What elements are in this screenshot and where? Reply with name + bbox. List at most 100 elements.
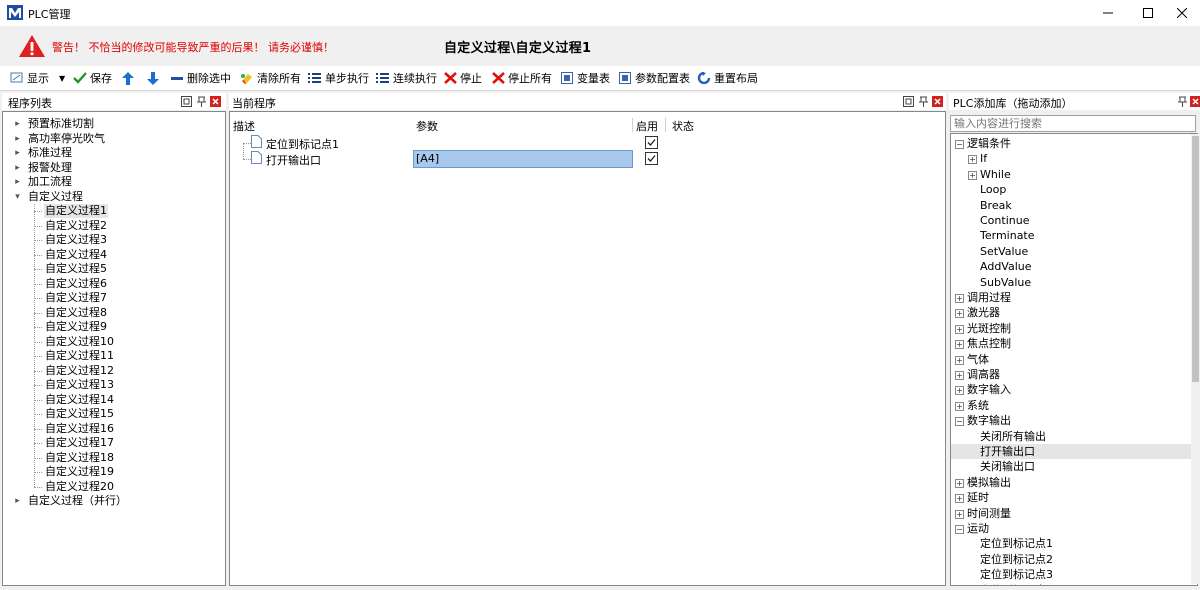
lib-group[interactable]: + 光斑控制 xyxy=(951,321,1191,336)
scrollbar-thumb[interactable] xyxy=(1192,136,1199,382)
panel-close-icon[interactable] xyxy=(932,96,943,107)
lib-item[interactable]: 定位到标记点3 xyxy=(951,567,1191,582)
tree-item[interactable]: ▸ 高功率停光吹气 xyxy=(3,132,223,146)
chevron-right-icon[interactable]: ▸ xyxy=(13,132,22,146)
move-down-button[interactable] xyxy=(147,71,162,85)
collapse-icon[interactable]: − xyxy=(955,417,964,427)
column-header-status[interactable]: 状态 xyxy=(672,118,694,134)
delete-selected-button[interactable]: 删除选中 xyxy=(170,71,231,85)
lib-group[interactable]: − 数字输出 xyxy=(951,413,1191,428)
chevron-right-icon[interactable]: ▸ xyxy=(13,175,22,189)
lib-group[interactable]: + 时间测量 xyxy=(951,506,1191,521)
minimize-button[interactable] xyxy=(1088,0,1128,26)
lib-item[interactable]: SetValue xyxy=(951,244,1191,259)
lib-item-label: 时间测量 xyxy=(967,506,1011,520)
lib-item[interactable]: 关闭所有输出 xyxy=(951,429,1191,444)
chevron-right-icon[interactable]: ▸ xyxy=(13,146,22,160)
lib-group[interactable]: + 激光器 xyxy=(951,305,1191,320)
lib-group[interactable]: + 气体 xyxy=(951,352,1191,367)
lib-item[interactable]: + While xyxy=(951,167,1191,182)
expand-icon[interactable]: + xyxy=(955,494,964,504)
expand-icon[interactable]: + xyxy=(955,324,964,334)
lib-item[interactable]: + If xyxy=(951,151,1191,166)
chevron-right-icon[interactable]: ▸ xyxy=(13,117,22,131)
lib-group[interactable]: + 焦点控制 xyxy=(951,336,1191,351)
save-button[interactable]: 保存 xyxy=(73,71,112,85)
expand-icon[interactable]: + xyxy=(955,401,964,411)
lib-item-label: Terminate xyxy=(980,229,1035,243)
library-search-input[interactable] xyxy=(950,115,1196,132)
lib-group[interactable]: + 模拟输出 xyxy=(951,475,1191,490)
stop-button[interactable]: 停止 xyxy=(444,71,482,85)
param-config-button[interactable]: 参数配置表 xyxy=(619,71,690,85)
chevron-down-icon[interactable]: ▼ xyxy=(59,74,65,83)
move-up-button[interactable] xyxy=(122,71,137,85)
chevron-right-icon[interactable]: ▸ xyxy=(13,161,22,175)
lib-item[interactable]: Terminate xyxy=(951,228,1191,243)
lib-item[interactable]: SubValue xyxy=(951,275,1191,290)
tree-item[interactable]: ▸ 标准过程 xyxy=(3,146,223,160)
param-cell-input[interactable]: [A4] xyxy=(413,150,633,168)
lib-item[interactable]: 打开输出口 xyxy=(951,444,1191,459)
lib-item[interactable]: 关闭输出口 xyxy=(951,459,1191,474)
tree-item[interactable]: ▸ 预置标准切割 xyxy=(3,117,223,131)
close-button[interactable] xyxy=(1162,0,1200,26)
stop-all-button[interactable]: 停止所有 xyxy=(492,71,552,85)
panel-close-icon[interactable] xyxy=(1190,96,1200,107)
lib-group[interactable]: + 调用过程 xyxy=(951,290,1191,305)
table-row[interactable]: 定位到标记点1 xyxy=(230,134,945,151)
tree-group-parallel[interactable]: ▸ 自定义过程（并行） xyxy=(3,494,223,508)
expand-icon[interactable]: + xyxy=(955,355,964,365)
expand-icon[interactable]: + xyxy=(955,509,964,519)
lib-item-label: 运动 xyxy=(967,522,989,535)
expand-icon[interactable]: + xyxy=(955,371,964,380)
lib-item[interactable]: Continue xyxy=(951,213,1191,228)
collapse-icon[interactable]: − xyxy=(955,525,964,534)
display-button[interactable]: 显示 ▼ xyxy=(10,71,65,85)
window-position-icon[interactable] xyxy=(903,96,914,107)
expand-icon[interactable]: + xyxy=(968,155,977,165)
reset-layout-button[interactable]: 重置布局 xyxy=(697,71,758,85)
lib-item[interactable]: 定位到标记点1 xyxy=(951,536,1191,551)
lib-group[interactable]: + 数字输入 xyxy=(951,382,1191,397)
lib-group[interactable]: − 逻辑条件 xyxy=(951,136,1191,151)
lib-item[interactable]: Break xyxy=(951,198,1191,213)
expand-icon[interactable]: + xyxy=(955,478,964,488)
lib-group[interactable]: + 调高器 xyxy=(951,367,1191,382)
pin-icon[interactable] xyxy=(918,96,929,107)
continuous-run-button[interactable]: 连续执行 xyxy=(376,71,437,85)
tree-item[interactable]: ▸ 加工流程 xyxy=(3,175,223,189)
lib-group[interactable]: − 运动 xyxy=(951,521,1191,536)
library-tree: − 逻辑条件 + If + While Loop Break Continue Terminate… xyxy=(950,133,1198,586)
collapse-icon[interactable]: − xyxy=(955,140,964,149)
enabled-checkbox[interactable] xyxy=(645,136,658,149)
window-position-icon[interactable] xyxy=(181,96,192,107)
expand-icon[interactable]: + xyxy=(955,309,964,319)
lib-group[interactable]: + 系统 xyxy=(951,398,1191,413)
enabled-checkbox[interactable] xyxy=(645,152,658,165)
pin-icon[interactable] xyxy=(1177,96,1188,107)
expand-icon[interactable]: + xyxy=(955,340,964,350)
library-scrollbar[interactable] xyxy=(1191,134,1199,584)
expand-icon[interactable]: + xyxy=(955,386,964,396)
chevron-down-icon[interactable]: ▾ xyxy=(13,190,22,204)
lib-item[interactable]: 定位到标记点4 xyxy=(951,583,1191,585)
tree-group-custom[interactable]: ▾ 自定义过程 xyxy=(3,190,223,204)
lib-item[interactable]: Loop xyxy=(951,182,1191,197)
expand-icon[interactable]: + xyxy=(968,170,977,180)
table-row[interactable]: 打开输出口 [A4] xyxy=(230,150,945,168)
lib-group[interactable]: + 延时 xyxy=(951,490,1191,505)
tree-item[interactable]: ▸ 报警处理 xyxy=(3,161,223,175)
lib-item[interactable]: 定位到标记点2 xyxy=(951,552,1191,567)
clear-all-button[interactable]: 清除所有 xyxy=(240,71,301,85)
chevron-right-icon[interactable]: ▸ xyxy=(13,494,22,508)
expand-icon[interactable]: + xyxy=(955,294,964,303)
pin-icon[interactable] xyxy=(196,96,207,107)
single-step-button[interactable]: 单步执行 xyxy=(308,71,369,85)
column-header-enabled[interactable]: 启用 xyxy=(636,118,658,134)
panel-close-icon[interactable] xyxy=(210,96,221,107)
column-header-desc[interactable]: 描述 xyxy=(233,118,255,134)
column-header-param[interactable]: 参数 xyxy=(416,118,438,134)
variable-table-button[interactable]: 变量表 xyxy=(561,71,610,85)
lib-item[interactable]: AddValue xyxy=(951,259,1191,274)
